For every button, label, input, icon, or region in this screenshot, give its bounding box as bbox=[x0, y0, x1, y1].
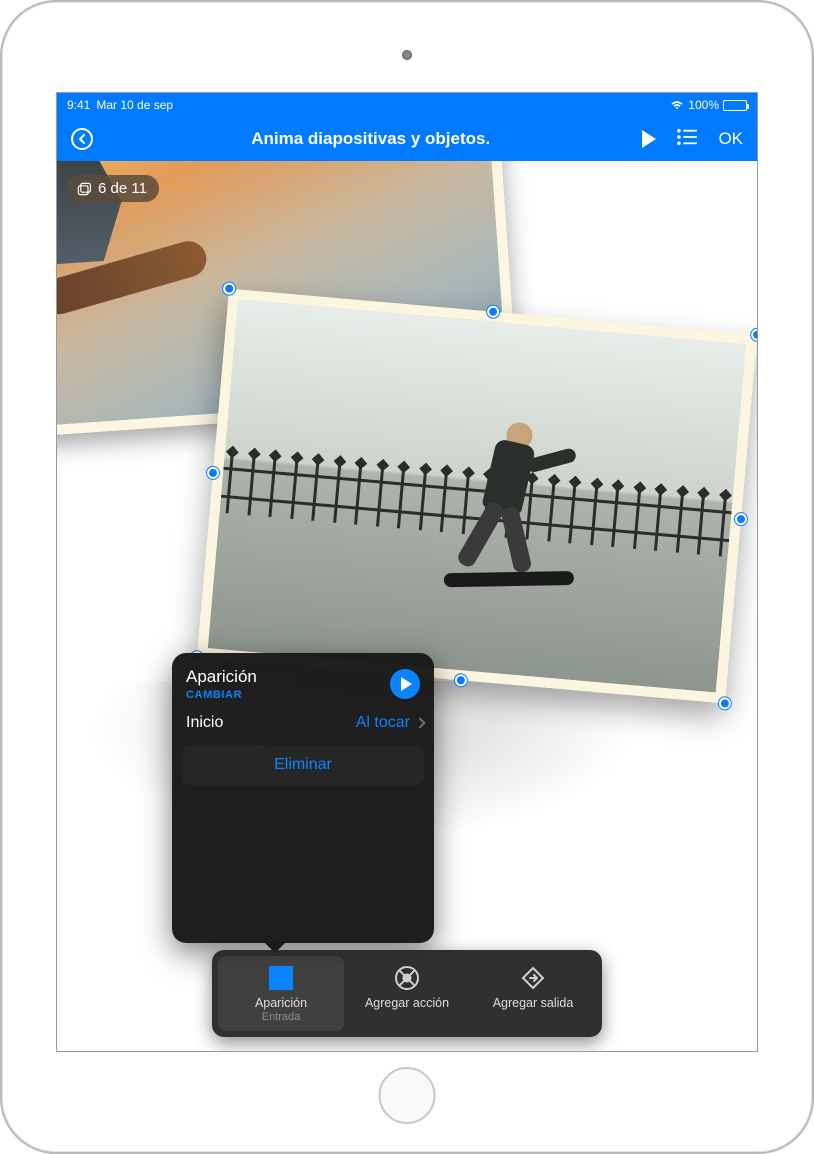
start-option-row[interactable]: Inicio Al tocar bbox=[172, 703, 434, 743]
build-in-label: Aparición bbox=[222, 996, 340, 1012]
slides-stack-icon bbox=[76, 181, 92, 197]
battery-percent: 100% bbox=[688, 98, 719, 112]
skater-figure bbox=[448, 418, 573, 607]
build-order-button[interactable] bbox=[676, 128, 698, 151]
animation-action-bar: Aparición Entrada Agregar acción bbox=[212, 950, 602, 1037]
undo-circle-icon bbox=[70, 127, 94, 151]
play-icon bbox=[642, 130, 656, 148]
add-build-out-tab[interactable]: Agregar salida bbox=[470, 956, 596, 1031]
status-time: 9:41 bbox=[67, 98, 90, 112]
screen: 9:41 Mar 10 de sep 100% Anima diapositiv… bbox=[56, 92, 758, 1052]
popover-spacer bbox=[172, 785, 434, 935]
wifi-icon bbox=[670, 100, 684, 110]
build-out-icon bbox=[520, 965, 546, 991]
delete-animation-button[interactable]: Eliminar bbox=[182, 745, 424, 785]
slide-navigator-badge[interactable]: 6 de 11 bbox=[67, 175, 159, 202]
device-camera-icon bbox=[402, 50, 412, 60]
start-label: Inicio bbox=[186, 714, 223, 732]
done-button[interactable]: OK bbox=[718, 129, 743, 149]
animation-popover: Aparición CAMBIAR Inicio Al tocar Elimin… bbox=[172, 653, 434, 943]
chevron-right-icon bbox=[414, 717, 425, 728]
toolbar-title: Anima diapositivas y objetos. bbox=[105, 129, 636, 149]
action-icon bbox=[394, 965, 420, 991]
popover-title: Aparición bbox=[186, 667, 257, 687]
add-action-tab[interactable]: Agregar acción bbox=[344, 956, 470, 1031]
selection-handle[interactable] bbox=[734, 513, 747, 526]
add-action-label: Agregar acción bbox=[348, 996, 466, 1012]
appear-effect-icon bbox=[269, 966, 293, 990]
status-date: Mar 10 de sep bbox=[96, 98, 173, 112]
back-button[interactable] bbox=[65, 122, 99, 156]
home-button[interactable] bbox=[379, 1067, 436, 1124]
change-effect-button[interactable]: CAMBIAR bbox=[186, 689, 257, 701]
play-presentation-button[interactable] bbox=[642, 130, 656, 148]
start-value: Al tocar bbox=[356, 714, 410, 732]
toolbar: Anima diapositivas y objetos. OK bbox=[57, 117, 757, 161]
add-build-out-label: Agregar salida bbox=[474, 996, 592, 1012]
build-in-tab[interactable]: Aparición Entrada bbox=[218, 956, 344, 1031]
battery-icon bbox=[723, 100, 747, 111]
play-icon bbox=[401, 677, 412, 691]
preview-animation-button[interactable] bbox=[390, 669, 420, 699]
selected-object[interactable] bbox=[197, 289, 757, 704]
status-bar: 9:41 Mar 10 de sep 100% bbox=[57, 93, 757, 117]
list-icon bbox=[676, 128, 698, 146]
slide-canvas[interactable]: 6 de 11 Aparición CAMBIAR Inicio Al t bbox=[57, 161, 757, 1051]
selection-handle[interactable] bbox=[718, 697, 731, 710]
photo-skater-fence bbox=[197, 289, 757, 704]
build-in-sublabel: Entrada bbox=[222, 1011, 340, 1025]
ipad-device-frame: 9:41 Mar 10 de sep 100% Anima diapositiv… bbox=[0, 0, 814, 1154]
slide-count-label: 6 de 11 bbox=[98, 180, 147, 197]
